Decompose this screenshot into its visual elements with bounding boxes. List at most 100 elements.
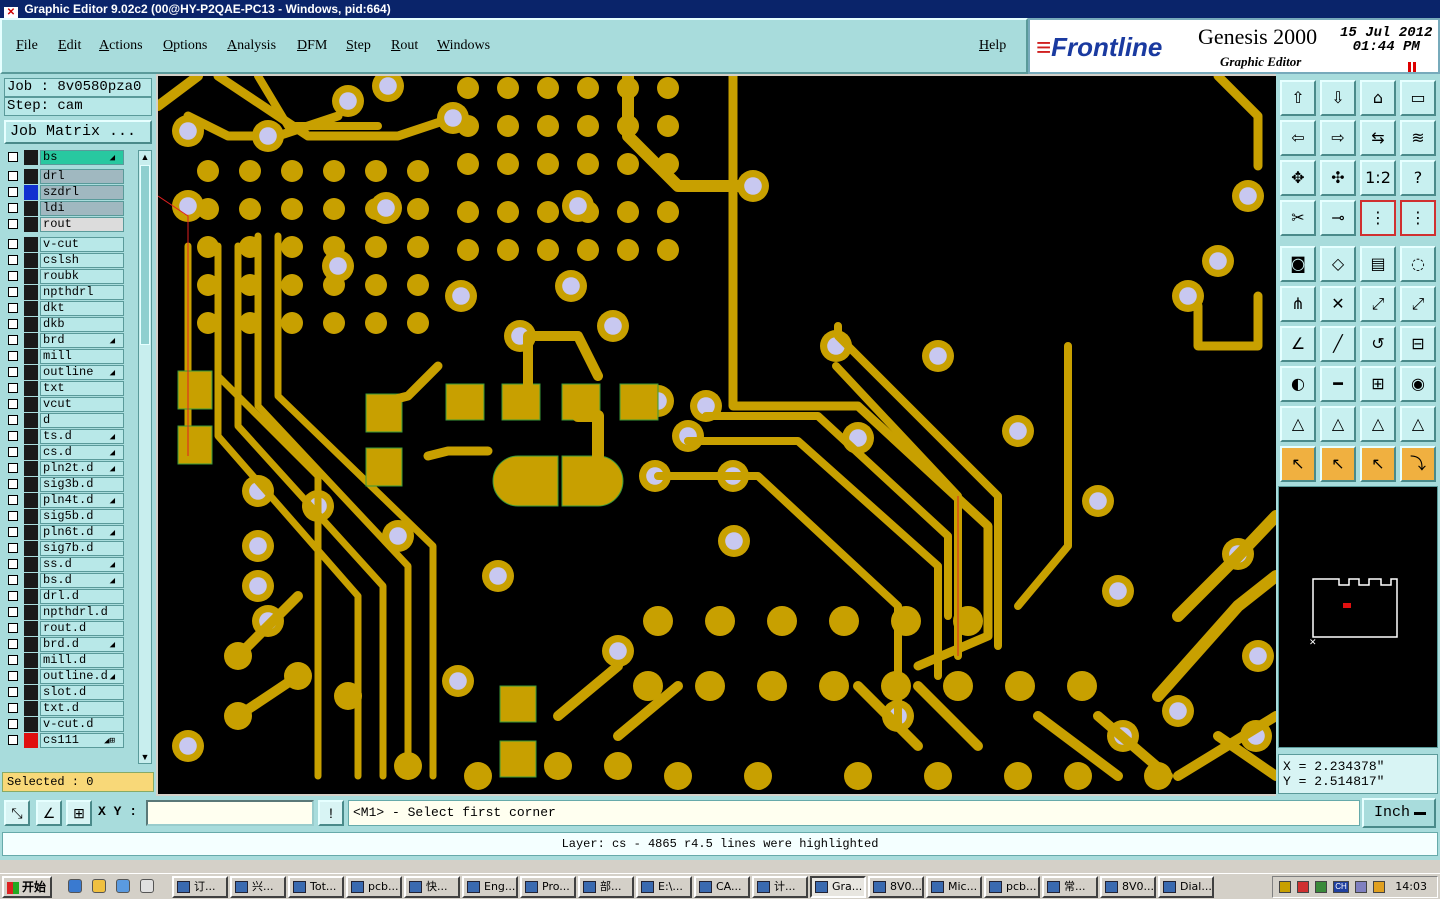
pcb-artwork[interactable] (158, 76, 1276, 794)
layer-row[interactable]: vcut (4, 397, 128, 413)
tool-button-icon[interactable]: ⇆ (1360, 120, 1396, 156)
layer-name[interactable]: outline.d ◢ (40, 669, 124, 684)
taskbar-button[interactable]: 快... (404, 876, 460, 898)
layer-color-swatch[interactable] (24, 445, 38, 460)
tool-button-icon[interactable]: ✥ (1280, 160, 1316, 196)
layer-row[interactable]: txt (4, 381, 128, 397)
layer-color-swatch[interactable] (24, 429, 38, 444)
layer-color-swatch[interactable] (24, 169, 38, 184)
layer-checkbox[interactable] (8, 287, 18, 297)
alert-icon[interactable]: ! (318, 800, 344, 826)
layer-row[interactable]: roubk (4, 269, 128, 285)
taskbar-button[interactable]: 兴... (230, 876, 286, 898)
layer-name[interactable]: pln6t.d ◢ (40, 525, 124, 540)
layer-checkbox[interactable] (8, 239, 18, 249)
tool-button-icon[interactable]: ◐ (1280, 366, 1316, 402)
layer-row[interactable]: cs.d ◢ (4, 445, 128, 461)
tool-button-icon[interactable]: ◙ (1280, 246, 1316, 282)
layer-checkbox[interactable] (8, 219, 18, 229)
layer-name[interactable]: brd.d ◢ (40, 637, 124, 652)
layer-name[interactable]: npthdrl (40, 285, 124, 300)
layer-color-swatch[interactable] (24, 733, 38, 748)
menu-windows[interactable]: Windows (437, 38, 490, 54)
layer-row[interactable]: npthdrl.d (4, 605, 128, 621)
measure-icon[interactable]: ∠ (36, 800, 62, 826)
layer-checkbox[interactable] (8, 431, 18, 441)
layer-name[interactable]: bs.d ◢ (40, 573, 124, 588)
layer-row[interactable]: outline.d ◢ (4, 669, 128, 685)
layer-color-swatch[interactable] (24, 285, 38, 300)
pcb-canvas[interactable] (158, 76, 1276, 794)
layer-name[interactable]: pln2t.d ◢ (40, 461, 124, 476)
tool-button-icon[interactable]: ◇ (1320, 246, 1356, 282)
layer-checkbox[interactable] (8, 703, 18, 713)
layer-color-swatch[interactable] (24, 237, 38, 252)
desktop-icon[interactable] (116, 879, 130, 893)
tool-button-icon[interactable]: ◉ (1400, 366, 1436, 402)
layer-checkbox[interactable] (8, 383, 18, 393)
layer-color-swatch[interactable] (24, 381, 38, 396)
tool-button-icon[interactable]: ━ (1320, 366, 1356, 402)
tool-button-icon[interactable]: △ (1360, 406, 1396, 442)
layer-color-swatch[interactable] (24, 717, 38, 732)
layer-checkbox[interactable] (8, 719, 18, 729)
taskbar-button[interactable]: Mic... (926, 876, 982, 898)
layer-name[interactable]: txt (40, 381, 124, 396)
layer-row[interactable]: npthdrl (4, 285, 128, 301)
layer-color-swatch[interactable] (24, 589, 38, 604)
tool-button-icon[interactable]: ⋔ (1280, 286, 1316, 322)
layer-row[interactable]: rout (4, 217, 128, 233)
taskbar-button[interactable]: Tot... (288, 876, 344, 898)
layer-name[interactable]: slot.d (40, 685, 124, 700)
tool-button-icon[interactable]: ↖ (1360, 446, 1396, 482)
layer-row[interactable]: rout.d (4, 621, 128, 637)
layer-checkbox[interactable] (8, 655, 18, 665)
layer-checkbox[interactable] (8, 351, 18, 361)
layer-checkbox[interactable] (8, 187, 18, 197)
layer-name[interactable]: ts.d ◢ (40, 429, 124, 444)
layer-color-swatch[interactable] (24, 541, 38, 556)
board-overview[interactable]: ✕ (1278, 486, 1438, 748)
tool-button-icon[interactable]: △ (1400, 406, 1436, 442)
layer-name[interactable]: rout.d (40, 621, 124, 636)
layer-name[interactable]: szdrl (40, 185, 124, 200)
layer-checkbox[interactable] (8, 607, 18, 617)
layer-checkbox[interactable] (8, 415, 18, 425)
menu-actions[interactable]: Actions (99, 38, 143, 54)
taskbar-button[interactable]: 8V0... (868, 876, 924, 898)
tool-button-icon[interactable]: ⇧ (1280, 80, 1316, 116)
layer-name[interactable]: mill.d (40, 653, 124, 668)
menu-edit[interactable]: Edit (58, 38, 81, 54)
layer-color-swatch[interactable] (24, 217, 38, 232)
taskbar-button[interactable]: 订... (172, 876, 228, 898)
tool-button-icon[interactable]: ⤢ (1360, 286, 1396, 322)
layer-checkbox[interactable] (8, 575, 18, 585)
layer-checkbox[interactable] (8, 203, 18, 213)
layer-color-swatch[interactable] (24, 477, 38, 492)
layer-row[interactable]: mill (4, 349, 128, 365)
layer-name[interactable]: dkb (40, 317, 124, 332)
layer-name[interactable]: brd ◢ (40, 333, 124, 348)
layer-name[interactable]: v-cut.d (40, 717, 124, 732)
layer-name[interactable]: cslsh (40, 253, 124, 268)
taskbar-button[interactable]: Dial... (1158, 876, 1214, 898)
layer-checkbox[interactable] (8, 543, 18, 553)
tool-button-icon[interactable]: ↺ (1360, 326, 1396, 362)
layer-name[interactable]: npthdrl.d (40, 605, 124, 620)
tool-button-icon[interactable]: △ (1320, 406, 1356, 442)
tray-icon[interactable] (1355, 881, 1367, 893)
layer-row[interactable]: sig7b.d (4, 541, 128, 557)
layer-name[interactable]: v-cut (40, 237, 124, 252)
tool-button-icon[interactable]: ⋮ (1360, 200, 1396, 236)
layer-name[interactable]: sig7b.d (40, 541, 124, 556)
layer-color-swatch[interactable] (24, 269, 38, 284)
layer-checkbox[interactable] (8, 671, 18, 681)
scroll-up-icon[interactable]: ▲ (139, 151, 151, 163)
layer-row[interactable]: dkt (4, 301, 128, 317)
ie-icon[interactable] (68, 879, 82, 893)
layer-checkbox[interactable] (8, 735, 18, 745)
tool-button-icon[interactable]: ∠ (1280, 326, 1316, 362)
layer-row[interactable]: bs ◢ (4, 150, 128, 166)
tray-icon[interactable] (1297, 881, 1309, 893)
layer-checkbox[interactable] (8, 527, 18, 537)
